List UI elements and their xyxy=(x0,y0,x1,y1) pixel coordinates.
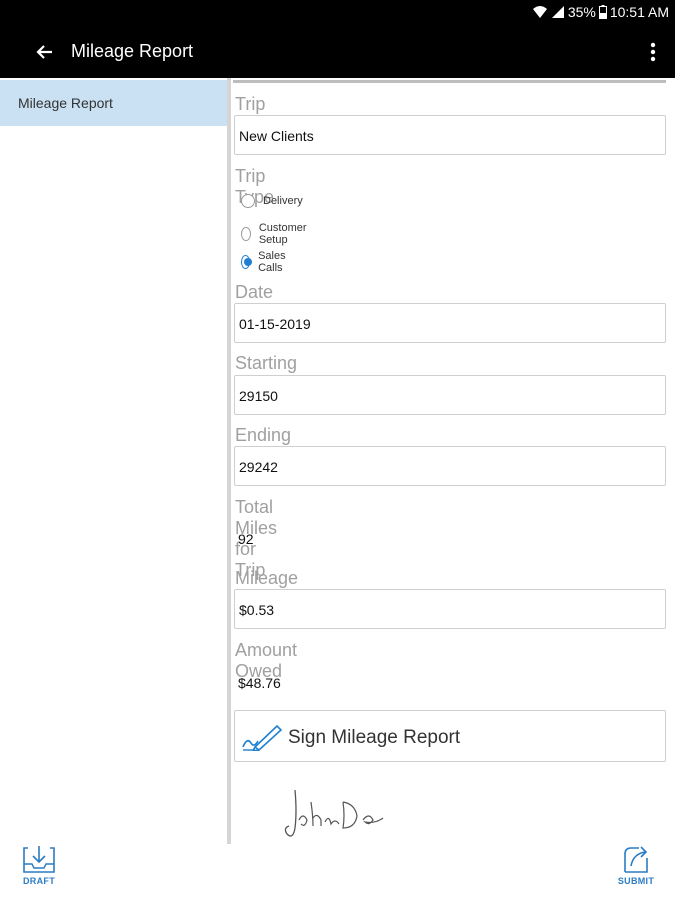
pen-signature-icon xyxy=(242,724,283,751)
sidebar-item-label: Mileage Report xyxy=(18,95,113,111)
radio-button[interactable] xyxy=(241,194,255,208)
reimbursement-rate-value: $0.53 xyxy=(239,602,275,618)
form-top-divider xyxy=(233,80,666,83)
battery-icon xyxy=(598,5,607,19)
date-input[interactable]: 01-15-2019 xyxy=(234,303,666,343)
submit-label: SUBMIT xyxy=(617,876,655,886)
reimbursement-rate-input[interactable]: $0.53 xyxy=(234,589,666,629)
sidebar-item-mileage-report[interactable]: Mileage Report xyxy=(0,80,227,126)
save-draft-icon xyxy=(23,846,55,873)
sidebar: Mileage Report xyxy=(0,78,227,844)
battery-percent: 35% xyxy=(567,4,596,20)
arrow-left-icon xyxy=(36,45,52,59)
sign-report-label: Sign Mileage Report xyxy=(288,727,461,748)
date-value: 01-15-2019 xyxy=(239,316,311,332)
status-bar: 35% 10:51 AM xyxy=(0,0,675,26)
radio-delivery[interactable]: Delivery xyxy=(241,194,303,208)
ending-odometer-value: 29242 xyxy=(239,459,278,475)
page-title: Mileage Report xyxy=(71,41,194,61)
wifi-icon xyxy=(532,6,547,18)
signal-icon xyxy=(551,6,564,18)
date-label: Date xyxy=(235,282,274,302)
clock: 10:51 AM xyxy=(609,4,669,20)
radio-customer-setup[interactable]: Customer Setup xyxy=(241,222,311,246)
app-bar: Mileage Report xyxy=(0,26,675,78)
starting-odometer-value: 29150 xyxy=(239,388,278,404)
back-button[interactable] xyxy=(30,38,58,66)
overflow-menu-button[interactable] xyxy=(645,38,661,66)
draft-label: DRAFT xyxy=(23,876,55,886)
total-miles-value: 92 xyxy=(238,531,254,547)
radio-button[interactable] xyxy=(241,227,251,241)
amount-owed-value: $48.76 xyxy=(238,675,281,691)
submit-button[interactable]: SUBMIT xyxy=(613,844,659,896)
radio-sales-calls[interactable]: Sales Calls xyxy=(241,250,291,274)
radio-label-sales-calls: Sales Calls xyxy=(258,250,286,274)
more-vertical-icon xyxy=(650,42,656,62)
trip-name-input[interactable]: New Clients xyxy=(234,115,666,155)
status-indicators: 35% 10:51 AM xyxy=(532,4,669,20)
submit-share-icon xyxy=(624,846,648,873)
trip-name-value: New Clients xyxy=(239,128,314,144)
radio-label-delivery: Delivery xyxy=(263,195,303,207)
sign-report-button[interactable]: Sign Mileage Report xyxy=(234,710,666,762)
starting-odometer-input[interactable]: 29150 xyxy=(234,375,666,415)
draft-button[interactable]: DRAFT xyxy=(16,844,62,896)
pane-divider xyxy=(227,78,231,844)
ending-odometer-input[interactable]: 29242 xyxy=(234,446,666,486)
radio-label-customer-setup: Customer Setup xyxy=(258,222,307,246)
signature-image xyxy=(284,789,384,837)
radio-button-selected[interactable] xyxy=(241,255,253,269)
